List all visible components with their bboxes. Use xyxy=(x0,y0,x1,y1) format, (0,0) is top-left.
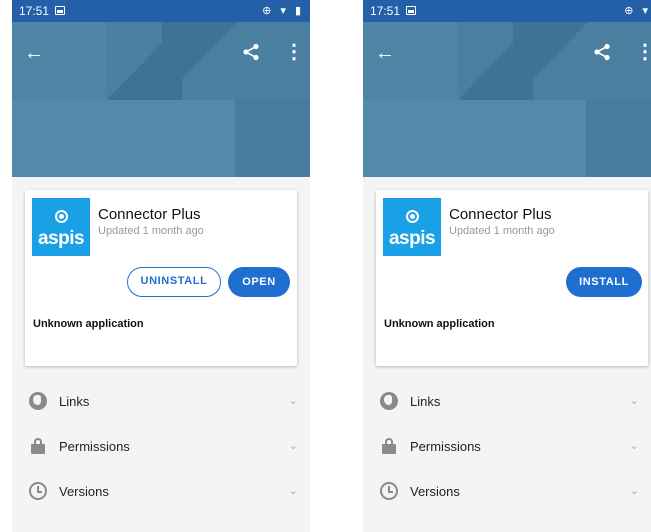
lock-icon xyxy=(380,437,398,455)
unknown-application-label: Unknown application xyxy=(33,318,144,330)
section-label: Permissions xyxy=(59,439,130,454)
status-time: 17:51 xyxy=(370,4,401,18)
install-button[interactable]: INSTALL xyxy=(566,267,642,297)
status-bar: 17:51 ⊕ ▾ ▮ xyxy=(12,0,310,22)
app-details-screen-not-installed: 17:51 ⊕ ▾ ← ⋮ aspis Connector Plus Updat… xyxy=(363,0,651,532)
system-status-icons: ⊕ ▾ xyxy=(624,5,651,17)
app-card: aspis Connector Plus Updated 1 month ago… xyxy=(376,190,648,366)
chevron-down-icon: ⌄ xyxy=(288,440,298,452)
section-label: Permissions xyxy=(410,439,481,454)
more-options-icon[interactable]: ⋮ xyxy=(284,42,304,62)
section-permissions[interactable]: Permissions ⌄ xyxy=(12,425,310,469)
notification-icon xyxy=(406,6,416,15)
section-versions[interactable]: Versions ⌄ xyxy=(363,470,651,514)
app-logo: aspis xyxy=(383,198,441,256)
notification-icon xyxy=(55,6,65,15)
more-options-icon[interactable]: ⋮ xyxy=(635,42,651,62)
section-links[interactable]: Links ⌄ xyxy=(363,380,651,424)
clock-icon xyxy=(380,482,398,500)
system-status-icons: ⊕ ▾ ▮ xyxy=(262,5,304,17)
chevron-down-icon: ⌄ xyxy=(288,485,298,497)
unknown-application-label: Unknown application xyxy=(384,318,495,330)
app-updated: Updated 1 month ago xyxy=(98,225,204,237)
back-arrow-icon[interactable]: ← xyxy=(375,43,395,63)
status-time: 17:51 xyxy=(19,4,50,18)
uninstall-button[interactable]: UNINSTALL xyxy=(127,267,221,297)
feature-header: ← ⋮ xyxy=(363,22,651,177)
app-name: Connector Plus xyxy=(98,206,201,223)
share-icon[interactable] xyxy=(242,43,260,65)
chevron-down-icon: ⌄ xyxy=(629,440,639,452)
lock-icon xyxy=(29,437,47,455)
section-label: Versions xyxy=(410,484,460,499)
chevron-down-icon: ⌄ xyxy=(629,485,639,497)
section-label: Links xyxy=(410,394,441,409)
chevron-down-icon: ⌄ xyxy=(288,395,298,407)
clock-icon xyxy=(29,482,47,500)
feature-header: ← ⋮ xyxy=(12,22,310,177)
section-links[interactable]: Links ⌄ xyxy=(12,380,310,424)
app-card: aspis Connector Plus Updated 1 month ago… xyxy=(25,190,297,366)
section-label: Versions xyxy=(59,484,109,499)
chevron-down-icon: ⌄ xyxy=(629,395,639,407)
app-name: Connector Plus xyxy=(449,206,552,223)
section-versions[interactable]: Versions ⌄ xyxy=(12,470,310,514)
back-arrow-icon[interactable]: ← xyxy=(24,43,44,63)
globe-icon xyxy=(380,392,398,410)
status-bar: 17:51 ⊕ ▾ xyxy=(363,0,651,22)
section-permissions[interactable]: Permissions ⌄ xyxy=(363,425,651,469)
globe-icon xyxy=(29,392,47,410)
app-details-screen-installed: 17:51 ⊕ ▾ ▮ ← ⋮ aspis Connector Plus Upd… xyxy=(12,0,310,532)
open-button[interactable]: OPEN xyxy=(228,267,290,297)
app-updated: Updated 1 month ago xyxy=(449,225,555,237)
app-logo: aspis xyxy=(32,198,90,256)
share-icon[interactable] xyxy=(593,43,611,65)
section-label: Links xyxy=(59,394,90,409)
